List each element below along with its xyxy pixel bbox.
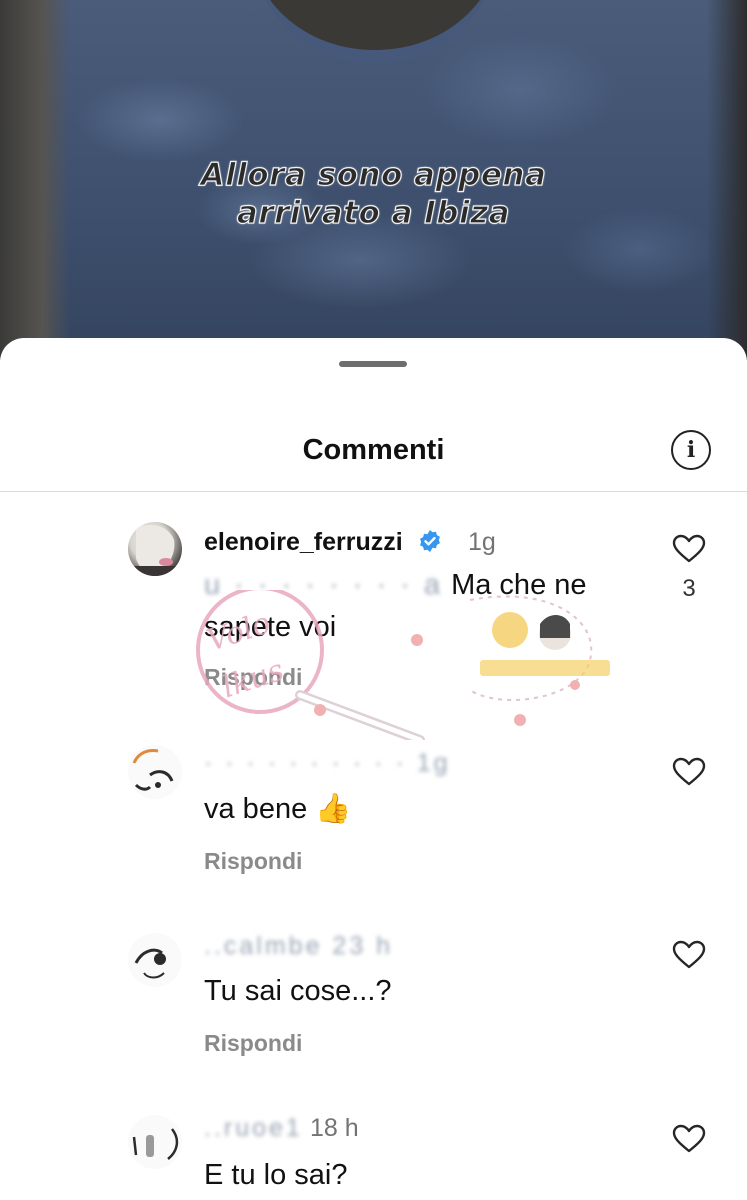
sheet-drag-handle[interactable] <box>339 361 407 367</box>
comment-time: 18 h <box>310 1114 359 1142</box>
comment-time: 1g <box>468 528 496 556</box>
comment-text: Tu sai cose...? <box>204 975 392 1007</box>
comment-text: va bene 👍 <box>204 793 352 825</box>
shirt-collar <box>250 0 500 64</box>
reply-button[interactable]: Rispondi <box>204 664 302 691</box>
comment-username[interactable]: ..calmbe 23 h <box>204 932 393 961</box>
avatar[interactable] <box>128 1115 182 1169</box>
heart-icon[interactable] <box>672 872 706 902</box>
video-caption: Allora sono appena arrivato a Ibiza <box>0 156 747 232</box>
comment-username[interactable]: ..ruoe1 <box>204 1114 303 1143</box>
reply-button[interactable]: Rispondi <box>204 848 302 875</box>
header-divider <box>0 491 747 492</box>
heart-icon[interactable] <box>672 757 706 787</box>
video-background: Allora sono appena arrivato a Ibiza <box>0 0 747 360</box>
username-text[interactable]: ..ruoe1 <box>204 1114 303 1142</box>
avatar[interactable] <box>128 745 182 799</box>
verified-badge-icon <box>419 530 440 552</box>
heart-icon[interactable] <box>672 534 706 564</box>
caption-line-1: Allora sono appena <box>200 156 547 193</box>
caption-line-2: arrivato a Ibiza <box>236 194 511 231</box>
info-icon[interactable]: i <box>671 430 711 470</box>
heart-icon[interactable] <box>672 940 706 970</box>
sheet-title: Commenti <box>302 434 445 466</box>
username-text[interactable]: elenoire_ferruzzi <box>204 528 403 556</box>
like-count: 3 <box>682 575 696 602</box>
avatar[interactable] <box>128 933 182 987</box>
comments-sheet: Commenti i elenoire_ferruzzi 1g u · · · … <box>0 338 747 1200</box>
comment-username[interactable]: elenoire_ferruzzi <box>204 528 442 557</box>
heart-icon[interactable] <box>672 1124 706 1154</box>
comment-text: u · · · · · · · · a Ma che ne sapete voi <box>204 564 624 648</box>
comment-text: E tu lo sai? <box>204 1159 348 1191</box>
comment-text-line1: Ma che ne <box>451 569 587 601</box>
comment-text-line2: sapete voi <box>204 611 337 643</box>
comment-username[interactable]: · · · · · · · · · · 1g <box>204 749 451 778</box>
reply-button[interactable]: Rispondi <box>204 1030 302 1057</box>
avatar[interactable] <box>128 522 182 576</box>
mention-blurred: u · · · · · · · · a <box>204 569 444 601</box>
